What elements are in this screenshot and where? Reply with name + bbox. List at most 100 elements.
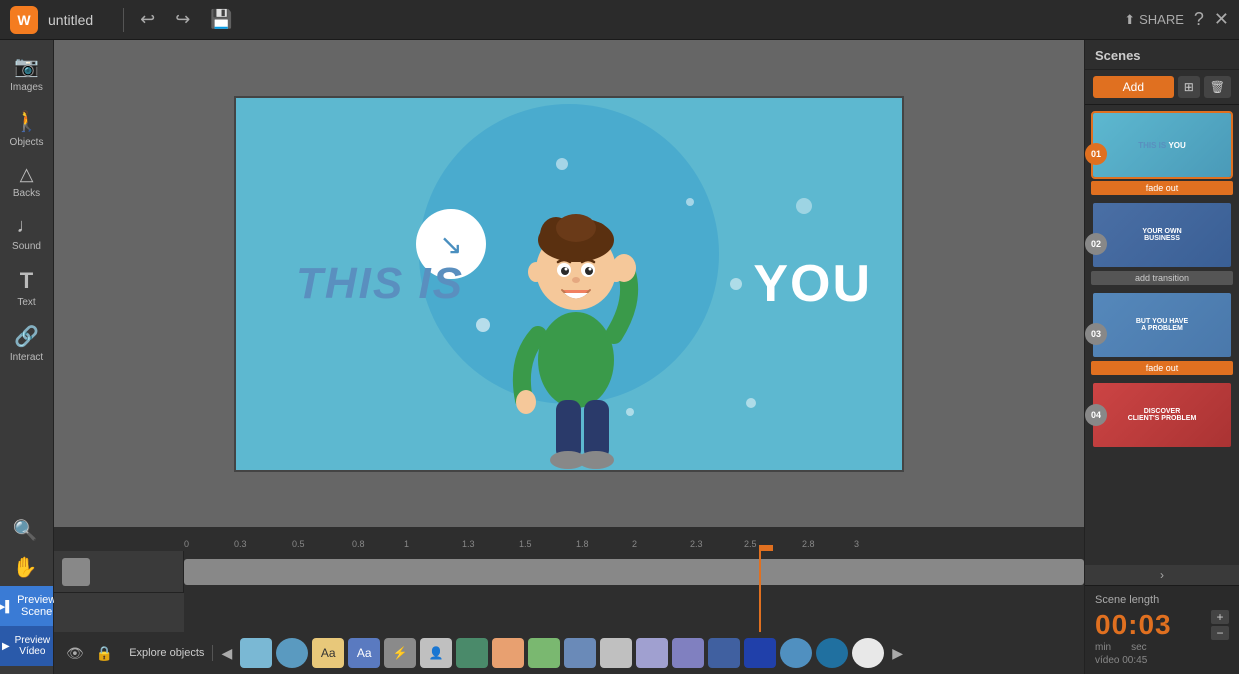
object-chip-text-2[interactable]: Aa [348,638,380,668]
dot-6 [746,398,756,408]
ruler-mark-9: 2.3 [690,539,703,549]
scene-item-4: 04 DISCOVERCLIENT'S PROBLEM [1091,381,1233,449]
explore-objects-label: Explore objects [129,647,204,659]
scenes-delete-button[interactable]: 🗑 [1204,76,1231,98]
track-label [54,551,184,593]
object-chip-15[interactable] [816,638,848,668]
hand-button[interactable]: ✋ [0,549,50,586]
scene-transition-3[interactable]: fade out [1091,361,1233,375]
ruler-mark-7: 1.8 [576,539,589,549]
scene-thumb-1[interactable]: THIS IS YOU [1091,111,1233,179]
scene-text-right: YOU [753,254,872,314]
next-objects-button[interactable]: ▶ [888,643,907,664]
object-chip-10[interactable] [636,638,668,668]
dot-2 [686,198,694,206]
interact-icon: 🔗 [14,324,39,349]
scene-length-plus-button[interactable]: + [1211,610,1229,624]
visibility-toggle-button[interactable]: 👁 [62,643,88,664]
scenes-add-button[interactable]: Add [1093,76,1174,98]
sidebar-item-objects[interactable]: 🚶 Objects [2,103,52,154]
sound-icon: ♩ [17,215,37,238]
scene-add-transition-2[interactable]: add transition [1091,271,1233,285]
ruler-mark-12: 3 [854,539,859,549]
scene-length-row: 00:03 + − [1095,610,1229,640]
canvas-area: ↘ THIS IS YOU [54,40,1084,674]
track-thumb [62,558,90,586]
sidebar-item-sound[interactable]: ♩ Sound [2,209,52,258]
preview-video-button[interactable]: ▶ Preview Vídeo [0,627,53,666]
images-icon: 📷 [14,54,39,79]
object-chip-11[interactable] [672,638,704,668]
scenes-list: 01 THIS IS YOU fade out 02 YOUR OWN [1085,105,1239,565]
timeline-area: 0 0.3 0.5 0.8 1 1.3 1.5 1.8 2 2.3 2.5 2.… [54,527,1084,632]
scene-length-minus-button[interactable]: − [1211,626,1229,640]
object-chip-3[interactable]: ⚡ [384,638,416,668]
object-chip-text-1[interactable]: Aa [312,638,344,668]
preview-scene-button[interactable]: ▶▌ Preview Scene [0,586,53,627]
dot-7 [730,278,742,290]
scenes-expand-button[interactable]: › [1085,565,1239,585]
hand-icon: ✋ [13,555,38,580]
zoom-button[interactable]: 🔍 [0,512,50,549]
timeline-tracks[interactable] [184,551,1084,632]
close-button[interactable]: ✕ [1214,9,1229,30]
scenes-controls: Add ⊞ 🗑 [1085,70,1239,105]
dot-5 [796,198,812,214]
sidebar-label-images: Images [10,82,43,93]
sidebar-label-sound: Sound [12,241,41,252]
ruler-mark-5: 1.3 [462,539,475,549]
sidebar-item-interact[interactable]: 🔗 Interact [2,318,52,369]
ruler-mark-11: 2.8 [802,539,815,549]
canvas-frame: ↘ THIS IS YOU [234,96,904,472]
preview-scene-icon: ▶▌ [0,600,13,613]
object-chip-5[interactable] [456,638,488,668]
playhead-marker [759,545,773,551]
object-chip-14[interactable] [780,638,812,668]
lock-toggle-button[interactable]: 🔒 [92,643,117,664]
object-chip-1[interactable] [240,638,272,668]
scene-length-time: 00:03 [1095,611,1172,639]
text-icon: T [20,268,33,294]
scenes-header: Scenes [1085,40,1239,70]
arrow-down-right-icon: ↘ [439,228,462,261]
sidebar-item-images[interactable]: 📷 Images [2,48,52,99]
help-button[interactable]: ? [1194,9,1204,30]
object-chip-8[interactable] [564,638,596,668]
timeline-content [54,551,1084,632]
object-chip-9[interactable] [600,638,632,668]
prev-objects-button[interactable]: ◀ [217,643,236,664]
object-chip-2[interactable] [276,638,308,668]
scene-thumb-4[interactable]: DISCOVERCLIENT'S PROBLEM [1091,381,1233,449]
character-svg [506,160,646,472]
share-button[interactable]: ⬆ SHARE [1124,12,1184,28]
scenes-expand-area: › [1085,565,1239,585]
object-chip-16[interactable] [852,638,884,668]
explore-objects-button[interactable]: Explore objects [121,645,213,661]
scene-transition-1[interactable]: fade out [1091,181,1233,195]
redo-button[interactable]: ↪ [169,7,196,32]
backs-icon: △ [20,164,34,185]
bottom-bar: 👁 🔒 Explore objects ◀ Aa Aa ⚡ 👤 [54,632,1084,674]
sidebar-item-backs[interactable]: △ Backs [2,158,52,205]
save-button[interactable]: 💾 [204,7,238,32]
object-chip-7[interactable] [528,638,560,668]
scene-text-left: THIS IS [296,259,464,309]
scene-length-units: min sec [1095,642,1229,653]
object-chip-13[interactable] [744,638,776,668]
object-chip-4[interactable]: 👤 [420,638,452,668]
sidebar-label-objects: Objects [10,137,44,148]
timeline-track-labels [54,551,184,632]
object-chip-12[interactable] [708,638,740,668]
ruler-mark-4: 1 [404,539,409,549]
ruler-mark-0: 0 [184,539,189,549]
topbar: W untitled ↩ ↪ 💾 ⬆ SHARE ? ✕ [0,0,1239,40]
undo-button[interactable]: ↩ [134,7,161,32]
scene-thumb-3[interactable]: BUT YOU HAVEA PROBLEM [1091,291,1233,359]
ruler-mark-10: 2.5 [744,539,757,549]
scenes-duplicate-button[interactable]: ⊞ [1178,76,1200,98]
sidebar-item-text[interactable]: T Text [2,262,52,314]
timeline-clip[interactable] [184,559,1084,585]
scene-thumb-2[interactable]: YOUR OWNBUSINESS [1091,201,1233,269]
share-icon: ⬆ [1124,12,1135,28]
object-chip-6[interactable] [492,638,524,668]
